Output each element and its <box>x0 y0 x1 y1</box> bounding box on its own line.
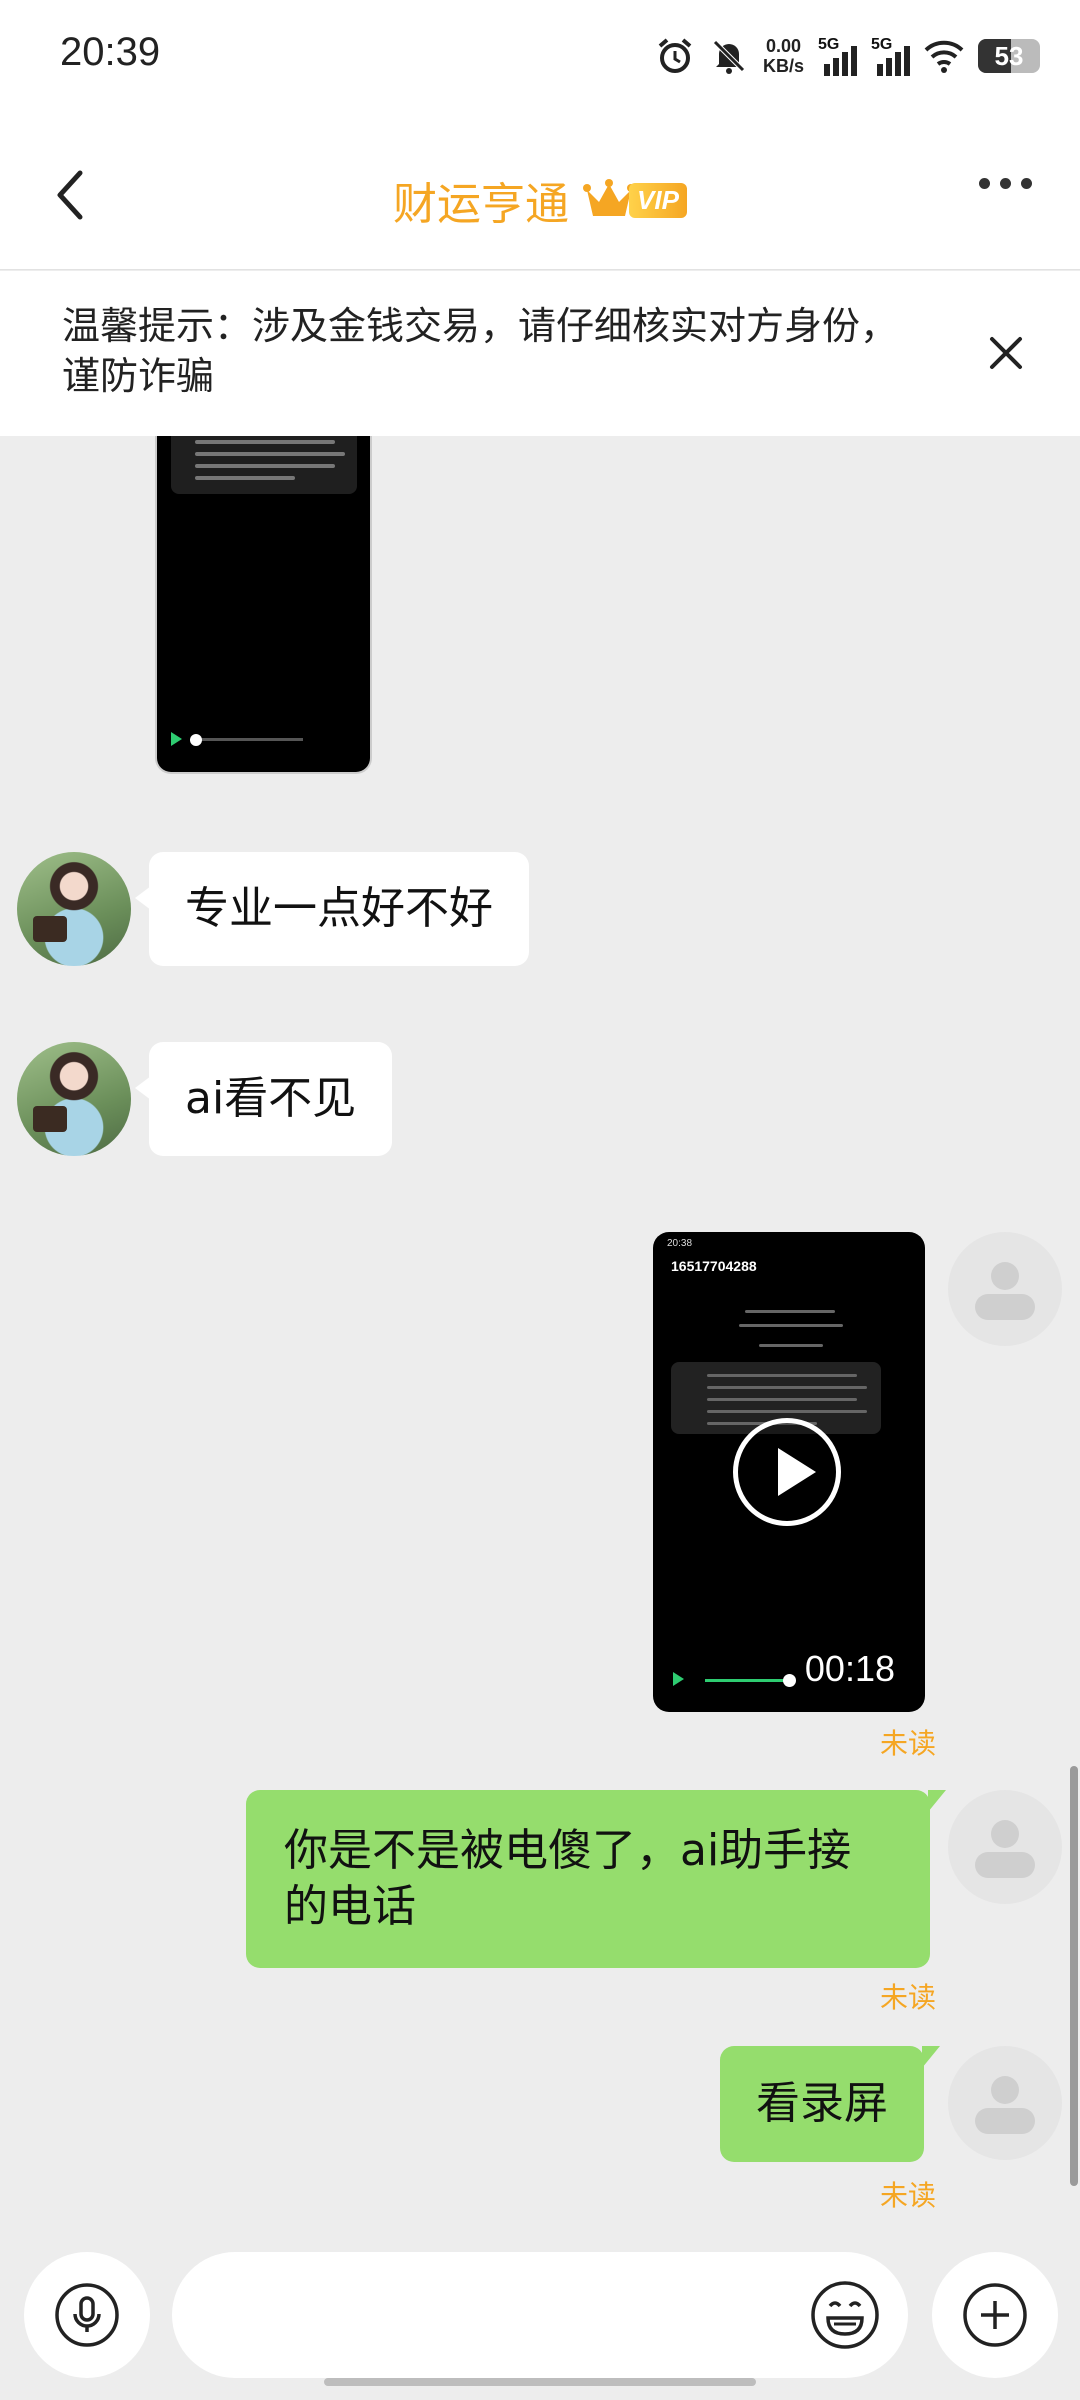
net-speed-value: 0.00 <box>765 36 802 56</box>
video-status-time: 20:38 <box>667 1238 693 1249</box>
fraud-notice: 温馨提示：涉及金钱交易，请仔细核实对方身份，谨防诈骗 <box>0 271 1080 436</box>
progress-knob <box>783 1674 796 1687</box>
video-message[interactable]: 20:38 16517704288 00:18 <box>653 1232 925 1712</box>
chat-area[interactable]: 专业一点好不好 ai看不见 20:38 16517704288 00:18 未读… <box>0 436 1080 2244</box>
vip-badge: VIP <box>583 178 687 222</box>
unread-status: 未读 <box>879 1727 936 1760</box>
message-text: ai看不见 <box>185 1073 357 1124</box>
message-bubble[interactable]: ai看不见 <box>134 1042 393 1156</box>
message-text: 你是不是被电傻了，ai助手接的电话 <box>284 1825 852 1932</box>
message-bubble[interactable]: 专业一点好不好 <box>135 852 529 966</box>
close-icon[interactable] <box>976 323 1036 383</box>
video-message[interactable] <box>155 436 372 774</box>
message-text: 看录屏 <box>756 2078 888 2129</box>
progress-track <box>193 738 303 741</box>
chat-header: 财运亨通 VIP <box>0 118 1080 270</box>
video-phone-number: 16517704288 <box>671 1258 757 1274</box>
play-icon <box>673 1672 684 1686</box>
page-title: 财运亨通 <box>393 179 570 230</box>
avatar[interactable] <box>17 1042 131 1156</box>
avatar[interactable] <box>948 2046 1062 2160</box>
status-bar: 20:39 0.00 KB/s 5G 5G 53 <box>0 0 1080 118</box>
message-input[interactable] <box>172 2252 908 2378</box>
signal-icon: 5G <box>871 36 910 76</box>
signal-label: 5G <box>871 36 893 53</box>
progress-knob <box>190 734 202 746</box>
signal-icon: 5G <box>818 36 857 76</box>
avatar[interactable] <box>17 852 131 966</box>
title-group: 财运亨通 VIP <box>0 168 1080 232</box>
progress-track <box>705 1679 789 1682</box>
home-indicator[interactable] <box>324 2378 756 2386</box>
more-dots-icon <box>979 178 990 189</box>
video-duration: 00:18 <box>804 1648 895 1689</box>
plus-button[interactable] <box>932 2252 1058 2378</box>
microphone-icon <box>55 2283 119 2347</box>
vip-label: VIP <box>629 182 687 218</box>
battery-level: 53 <box>994 40 1024 71</box>
status-icons: 0.00 KB/s 5G 5G 53 <box>655 34 1040 78</box>
battery-icon: 53 <box>978 39 1040 73</box>
mute-bell-icon <box>713 40 745 74</box>
plus-icon <box>963 2283 1027 2347</box>
more-button[interactable] <box>979 178 1032 189</box>
unread-status: 未读 <box>879 2179 936 2212</box>
video-thumbnail-note <box>171 436 357 494</box>
emoji-icon[interactable] <box>808 2278 882 2352</box>
play-icon <box>171 732 182 746</box>
message-text: 专业一点好不好 <box>185 883 493 934</box>
wifi-icon <box>924 40 964 73</box>
message-bubble[interactable]: 看录屏 <box>720 2046 940 2162</box>
play-button[interactable] <box>733 1418 841 1526</box>
net-speed-unit: KB/s <box>762 56 804 76</box>
alarm-icon <box>658 38 692 73</box>
status-time: 20:39 <box>60 30 161 74</box>
scrollbar[interactable] <box>1070 1766 1078 2186</box>
crown-icon <box>583 179 636 216</box>
message-bubble[interactable]: 你是不是被电傻了，ai助手接的电话 <box>246 1790 946 1968</box>
avatar[interactable] <box>948 1790 1062 1904</box>
input-bar <box>0 2244 1080 2400</box>
net-speed: 0.00 KB/s <box>763 36 804 76</box>
avatar[interactable] <box>948 1232 1062 1346</box>
voice-button[interactable] <box>24 2252 150 2378</box>
unread-status: 未读 <box>879 1981 936 2014</box>
notice-text: 温馨提示：涉及金钱交易，请仔细核实对方身份，谨防诈骗 <box>62 304 899 398</box>
signal-label: 5G <box>818 36 840 53</box>
